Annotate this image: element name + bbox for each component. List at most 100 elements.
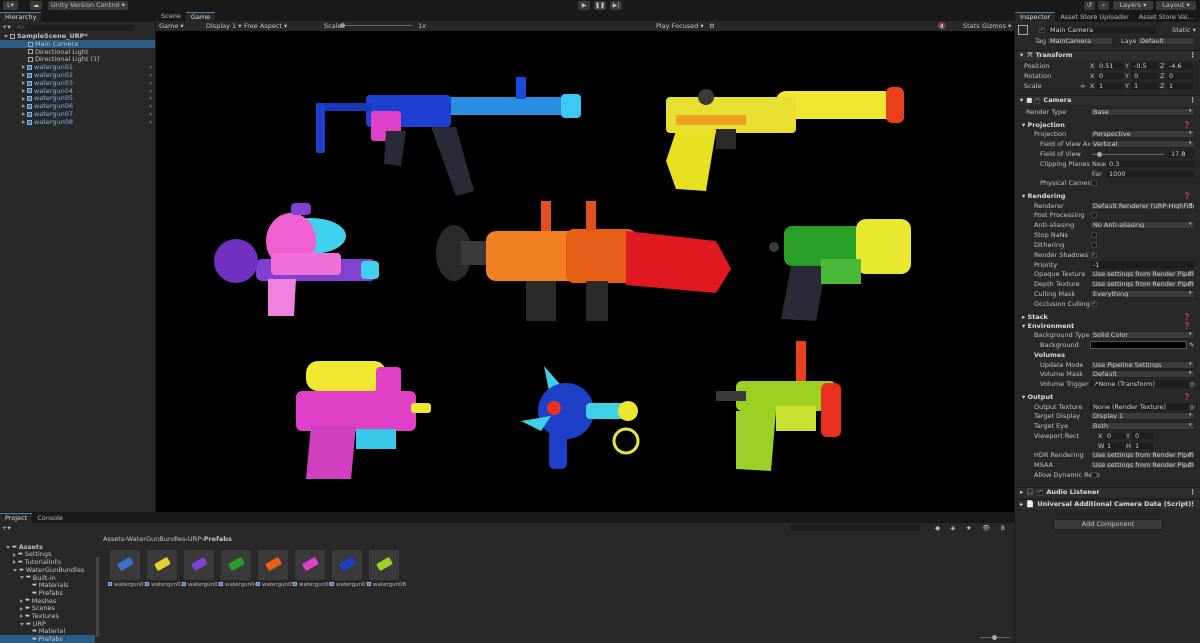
dropdown-arrow-icon[interactable]: ▾ xyxy=(1189,423,1192,428)
static-toggle[interactable]: Static ▾ xyxy=(1172,27,1196,34)
active-checkbox[interactable]: ✓ xyxy=(1039,27,1045,33)
game-mode-dropdown[interactable]: Game ▾ xyxy=(159,23,184,30)
asset-label[interactable]: watergun06 xyxy=(293,582,332,589)
urp-data-menu-icon[interactable]: ⋮ xyxy=(1190,501,1197,508)
depth-texture-dropdown[interactable]: Use settings from Render Pipeline A xyxy=(1090,280,1195,288)
tab-inspector[interactable]: Inspector xyxy=(1015,12,1056,22)
hierarchy-item[interactable]: Main Camera xyxy=(0,40,155,48)
dropdown-arrow-icon[interactable]: ▾ xyxy=(1189,291,1192,296)
project-folder-item[interactable]: ▬ Prefabs xyxy=(0,635,95,643)
anti-aliasing-dropdown[interactable]: No Anti-aliasing xyxy=(1090,221,1195,229)
transform-menu-icon[interactable]: ⋮ xyxy=(1190,52,1197,59)
transform-rotation-y-field[interactable]: 0 xyxy=(1131,72,1158,80)
folder-expand-icon[interactable] xyxy=(6,545,10,549)
tab-asset-store-validator[interactable]: Asset Store Val... xyxy=(1134,12,1199,22)
scale-slider[interactable] xyxy=(340,23,412,28)
asset-label[interactable]: watergun03 xyxy=(182,582,221,589)
transform-position-x-field[interactable]: 0.51 xyxy=(1096,62,1123,70)
dropdown-arrow-icon[interactable]: ▾ xyxy=(1189,362,1192,367)
hierarchy-item[interactable]: watergun07 › xyxy=(0,110,155,118)
target-display-dropdown[interactable]: Display 1 xyxy=(1090,412,1195,420)
dropdown-arrow-icon[interactable]: ▾ xyxy=(1189,271,1192,276)
dropdown-arrow-icon[interactable]: ▾ xyxy=(1189,203,1192,208)
render-type-dropdown[interactable]: Base xyxy=(1090,108,1195,116)
expand-arrow-icon[interactable] xyxy=(22,73,25,78)
audio-listener-menu-icon[interactable]: ⋮ xyxy=(1190,489,1197,496)
step-button[interactable]: ▶| xyxy=(610,1,622,10)
render-shadows-checkbox[interactable]: ✓ xyxy=(1091,252,1097,258)
audio-listener-checkbox[interactable]: ✓ xyxy=(1037,489,1044,496)
favorite-icon[interactable]: ★ xyxy=(966,525,972,532)
hierarchy-item[interactable]: watergun05 › xyxy=(0,95,155,103)
dithering-checkbox[interactable] xyxy=(1091,242,1097,248)
asset-label[interactable]: watergun02 xyxy=(145,582,184,589)
open-prefab-icon[interactable]: › xyxy=(149,95,152,102)
audio-listener-header[interactable]: ▸ 🎧 ✓ Audio Listener ⋮ xyxy=(1017,487,1200,497)
dropdown-arrow-icon[interactable]: ▾ xyxy=(1189,109,1192,114)
asset-label[interactable]: watergun07 xyxy=(330,582,369,589)
play-focused-dropdown[interactable]: Play Focused ▾ xyxy=(656,23,704,30)
environment-section[interactable]: ▾ Environment ❓ xyxy=(1022,323,1191,330)
folder-expand-icon[interactable] xyxy=(13,568,17,572)
expand-arrow-icon[interactable] xyxy=(22,120,25,124)
viewport-vy-field[interactable]: 0 xyxy=(1132,432,1154,440)
hierarchy-item[interactable]: watergun06 › xyxy=(0,102,155,110)
volume-trigger-picker-icon[interactable]: ◎ xyxy=(1189,381,1195,388)
post-processing-checkbox[interactable] xyxy=(1091,212,1097,218)
hierarchy-item[interactable]: watergun04 › xyxy=(0,87,155,95)
tab-scene[interactable]: Scene xyxy=(156,12,186,21)
asset-thumbnail[interactable] xyxy=(110,550,140,580)
asset-label[interactable]: watergun08 xyxy=(367,582,406,589)
msaa-dropdown[interactable]: Use settings from Render Pipeline A xyxy=(1090,461,1195,469)
game-viewport[interactable] xyxy=(156,31,1014,512)
help-icon[interactable]: ❓ xyxy=(1183,323,1191,330)
hierarchy-item[interactable]: watergun01 › xyxy=(0,63,155,71)
viewport-vw-field[interactable]: 1 xyxy=(1104,442,1126,450)
fov-axis-dropdown[interactable]: Vertical xyxy=(1090,140,1195,148)
asset-thumbnail[interactable] xyxy=(295,550,325,580)
search-icon[interactable]: ⌕ xyxy=(1098,1,1109,10)
breadcrumb-item[interactable]: URP xyxy=(188,536,201,543)
layer-dropdown[interactable]: Default xyxy=(1137,37,1195,45)
display-dropdown[interactable]: Display 1 ▾ xyxy=(206,23,242,30)
urp-data-header[interactable]: ▸ 📄 Universal Additional Camera Data (Scri… xyxy=(1017,499,1200,509)
open-prefab-icon[interactable]: › xyxy=(149,119,152,126)
tab-project[interactable]: Project xyxy=(0,513,33,523)
hierarchy-item[interactable]: watergun08 › xyxy=(0,118,155,126)
help-icon[interactable]: ❓ xyxy=(1183,193,1191,200)
asset-thumbnail[interactable] xyxy=(258,550,288,580)
transform-scale-y-field[interactable]: 1 xyxy=(1131,82,1158,90)
transform-scale-z-field[interactable]: 1 xyxy=(1166,82,1193,90)
transform-rotation-z-field[interactable]: 0 xyxy=(1166,72,1193,80)
folder-expand-icon[interactable] xyxy=(20,614,23,619)
dropdown-arrow-icon[interactable]: ▾ xyxy=(1189,222,1192,227)
dropdown-arrow-icon[interactable]: ▾ xyxy=(1189,332,1192,337)
rendering-section[interactable]: ▾ Rendering ❓ xyxy=(1022,193,1191,200)
dropdown-arrow-icon[interactable]: ▾ xyxy=(1189,413,1192,418)
asset-label[interactable]: watergun05 xyxy=(256,582,295,589)
hierarchy-item[interactable]: watergun02 › xyxy=(0,71,155,79)
aspect-dropdown[interactable]: Free Aspect ▾ xyxy=(244,23,287,30)
expand-arrow-icon[interactable] xyxy=(22,81,25,85)
link-scale-icon[interactable]: ∞ xyxy=(1080,83,1085,90)
scale-slider-handle[interactable] xyxy=(340,23,345,28)
open-prefab-icon[interactable]: › xyxy=(149,80,152,87)
volume-mask-dropdown[interactable]: Default xyxy=(1090,370,1195,378)
project-add-icon[interactable]: +▾ xyxy=(2,524,11,532)
culling-mask-dropdown[interactable]: Everything xyxy=(1090,290,1195,298)
hierarchy-item[interactable]: Directional Light (1) xyxy=(0,56,155,64)
dropdown-arrow-icon[interactable]: ▾ xyxy=(1189,131,1192,136)
asset-label[interactable]: watergun04 xyxy=(219,582,258,589)
output-texture-picker-icon[interactable]: ◎ xyxy=(1189,404,1195,411)
expand-arrow-icon[interactable] xyxy=(22,65,25,70)
transform-position-y-field[interactable]: -0.5 xyxy=(1131,62,1158,70)
open-prefab-icon[interactable]: › xyxy=(149,72,152,79)
fov-field[interactable]: 17.8 xyxy=(1168,150,1195,158)
eyedropper-icon[interactable]: ✎ xyxy=(1189,342,1194,349)
account-button[interactable]: L ▾ xyxy=(3,1,18,10)
open-prefab-icon[interactable]: › xyxy=(149,111,152,118)
version-control-button[interactable]: Unity Version Control ▾ xyxy=(48,1,128,10)
play-button[interactable]: ▶ xyxy=(578,1,590,10)
opaque-texture-dropdown[interactable]: Use settings from Render Pipeline A xyxy=(1090,270,1195,278)
asset-label[interactable]: watergun01 xyxy=(108,582,147,589)
